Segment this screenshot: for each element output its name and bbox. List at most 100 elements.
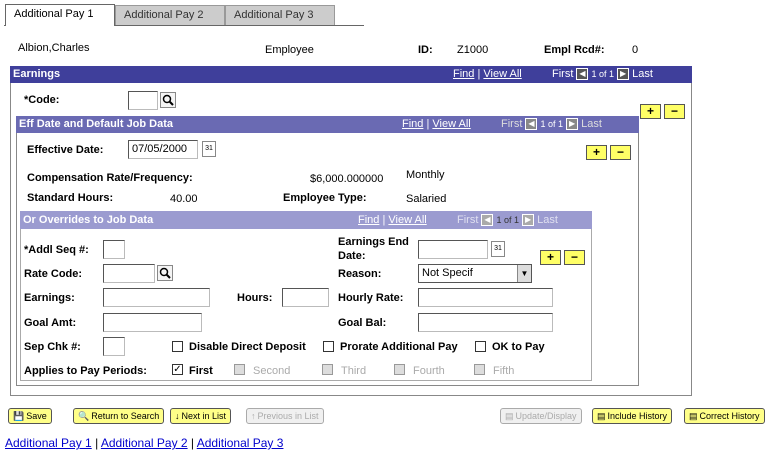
period-third-checkbox[interactable] — [322, 364, 333, 375]
hourly-rate-input[interactable] — [418, 288, 553, 307]
return-to-search-button[interactable]: 🔍 Return to Search — [73, 408, 165, 424]
delete-earnings-row-button[interactable]: − — [664, 104, 685, 119]
next-in-list-button[interactable]: ↓ Next in List — [170, 408, 232, 424]
save-label: Save — [26, 411, 47, 421]
period-first-label: First — [189, 365, 213, 377]
employee-name: Albion,Charles — [18, 42, 90, 54]
view-all-link[interactable]: View All — [388, 214, 426, 226]
overrides-paging: First ◀ 1 of 1 ▶ Last — [457, 214, 558, 227]
delete-eff-row-button[interactable]: − — [610, 145, 631, 160]
code-label: *Code: — [24, 94, 60, 106]
link-additional-pay-1[interactable]: Additional Pay 1 — [5, 436, 92, 450]
next-row-icon[interactable]: ▶ — [566, 118, 579, 131]
view-all-link[interactable]: View All — [483, 68, 521, 80]
earnings-input[interactable] — [103, 288, 210, 307]
rate-code-input[interactable] — [103, 264, 155, 283]
prev-row-icon[interactable]: ◀ — [481, 214, 494, 227]
view-all-link[interactable]: View All — [432, 118, 470, 130]
add-override-row-button[interactable]: + — [540, 250, 561, 265]
earnings-end-date-input[interactable] — [418, 240, 488, 259]
next-row-icon[interactable]: ▶ — [522, 214, 535, 227]
period-fourth-checkbox[interactable] — [394, 364, 405, 375]
period-fifth-label: Fifth — [493, 365, 515, 377]
earnings-end-label-1: Earnings End — [338, 236, 409, 248]
hourly-rate-label: Hourly Rate: — [338, 292, 404, 304]
bottom-tab-links: Additional Pay 1 | Additional Pay 2 | Ad… — [5, 436, 284, 450]
find-link[interactable]: Find — [358, 214, 379, 226]
add-earnings-row-button[interactable]: + — [640, 104, 661, 119]
next-icon: ↓ — [175, 411, 180, 421]
calendar-icon[interactable]: 31 — [202, 141, 216, 157]
include-history-button[interactable]: ▤ Include History — [592, 408, 673, 424]
prev-label: Previous in List — [257, 411, 319, 421]
standard-hours-label: Standard Hours: — [27, 192, 114, 204]
update-label: Update/Display — [515, 411, 577, 421]
eff-paging: First ◀ 1 of 1 ▶ Last — [501, 118, 602, 131]
update-display-button[interactable]: ▤ Update/Display — [500, 408, 582, 424]
prev-row-icon[interactable]: ◀ — [576, 68, 589, 81]
rate-code-lookup-icon[interactable] — [157, 265, 173, 281]
effective-date-input[interactable]: 07/05/2000 — [128, 140, 198, 159]
previous-in-list-button[interactable]: ↑ Previous in List — [246, 408, 324, 424]
save-button[interactable]: 💾 Save — [8, 408, 52, 424]
earnings-title: Earnings — [13, 68, 61, 80]
earnings-paging: First ◀ 1 of 1 ▶ Last — [552, 68, 653, 81]
correct-history-button[interactable]: ▤ Correct History — [684, 408, 765, 424]
chevron-down-icon[interactable]: ▼ — [517, 265, 531, 282]
save-icon: 💾 — [13, 411, 25, 421]
find-link[interactable]: Find — [453, 68, 474, 80]
tab-additional-pay-1[interactable]: Additional Pay 1 — [5, 4, 115, 26]
return-label: Return to Search — [91, 411, 160, 421]
period-second-label: Second — [253, 365, 291, 377]
link-additional-pay-3[interactable]: Additional Pay 3 — [197, 436, 284, 450]
employee-type-label: Employee Type: — [283, 192, 367, 204]
earnings-nav: Find | View All — [453, 68, 522, 80]
comp-rate-value: $6,000.000000 — [310, 173, 384, 185]
next-row-icon[interactable]: ▶ — [617, 68, 630, 81]
ok-to-pay-checkbox[interactable] — [475, 341, 486, 352]
eff-date-title: Eff Date and Default Job Data — [19, 118, 174, 130]
last-label: Last — [581, 118, 602, 130]
disable-direct-deposit-checkbox[interactable] — [172, 341, 183, 352]
first-label: First — [552, 68, 574, 80]
find-link[interactable]: Find — [402, 118, 423, 130]
previous-icon: ↑ — [251, 411, 256, 421]
last-label: Last — [537, 214, 558, 226]
delete-override-row-button[interactable]: − — [564, 250, 585, 265]
tab-additional-pay-3[interactable]: Additional Pay 3 — [225, 5, 335, 25]
code-input[interactable] — [128, 91, 158, 110]
prev-row-icon[interactable]: ◀ — [525, 118, 538, 131]
reason-select[interactable]: Not Specif ▼ — [418, 264, 532, 283]
tab-additional-pay-2[interactable]: Additional Pay 2 — [115, 5, 225, 25]
prorate-additional-pay-checkbox[interactable] — [323, 341, 334, 352]
earnings-field-label: Earnings: — [24, 292, 75, 304]
last-label: Last — [632, 68, 653, 80]
earnings-end-label-2: Date: — [338, 250, 366, 262]
code-lookup-icon[interactable] — [160, 92, 176, 108]
hours-input[interactable] — [282, 288, 329, 307]
tab-label: Additional Pay 3 — [234, 9, 314, 21]
goal-bal-input[interactable] — [418, 313, 553, 332]
add-eff-row-button[interactable]: + — [586, 145, 607, 160]
goal-amt-input[interactable] — [103, 313, 202, 332]
period-fifth-checkbox[interactable] — [474, 364, 485, 375]
row-count: 1 of 1 — [496, 215, 520, 225]
addl-seq-input[interactable] — [103, 240, 125, 259]
link-additional-pay-2[interactable]: Additional Pay 2 — [101, 436, 188, 450]
goal-bal-label: Goal Bal: — [338, 317, 387, 329]
tab-label: Additional Pay 1 — [14, 8, 94, 20]
sep-chk-input[interactable] — [103, 337, 125, 356]
search-icon: 🔍 — [78, 411, 90, 421]
tab-label: Additional Pay 2 — [124, 9, 204, 21]
calendar-icon[interactable]: 31 — [491, 241, 505, 257]
goal-amt-label: Goal Amt: — [24, 317, 77, 329]
comp-rate-label: Compensation Rate/Frequency: — [27, 172, 193, 184]
period-second-checkbox[interactable] — [234, 364, 245, 375]
effective-date-label: Effective Date: — [27, 144, 104, 156]
employee-type-label: Employee — [265, 44, 314, 56]
id-label: ID: — [418, 44, 433, 56]
prorate-additional-pay-label: Prorate Additional Pay — [340, 341, 458, 353]
rate-code-label: Rate Code: — [24, 268, 83, 280]
period-first-checkbox[interactable]: ✓ — [172, 364, 183, 375]
reason-label: Reason: — [338, 268, 382, 280]
